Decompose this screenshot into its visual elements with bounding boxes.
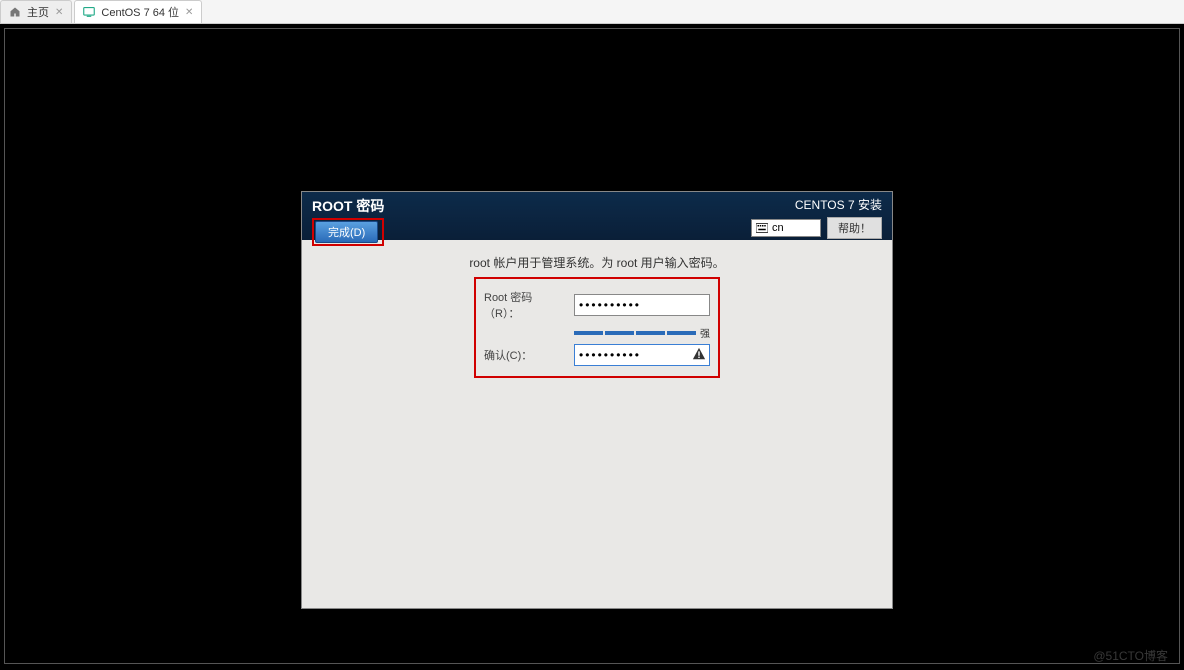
- done-highlight: 完成(D): [312, 218, 384, 246]
- warning-icon: [692, 347, 706, 366]
- header-left: ROOT 密码 完成(D): [312, 196, 384, 238]
- keyboard-icon: [756, 223, 768, 233]
- keyboard-indicator[interactable]: cn: [751, 219, 821, 237]
- vm-icon: [83, 6, 95, 18]
- keyboard-label: cn: [772, 222, 784, 234]
- tab-vm-label: CentOS 7 64 位: [101, 4, 179, 20]
- confirm-password-input[interactable]: [574, 344, 710, 366]
- tab-vm[interactable]: CentOS 7 64 位 ✕: [74, 0, 202, 23]
- strength-bar: [574, 331, 696, 335]
- header-right: CENTOS 7 安装 cn 帮助！: [751, 196, 882, 238]
- centos-installer-window: ROOT 密码 完成(D) CENTOS 7 安装 cn 帮助！: [301, 191, 893, 609]
- help-button[interactable]: 帮助！: [827, 217, 882, 239]
- installer-body: root 帐户用于管理系统。为 root 用户输入密码。 Root 密码 （R）…: [302, 240, 892, 392]
- root-password-input[interactable]: [574, 294, 710, 316]
- tab-home[interactable]: 主页 ✕: [0, 0, 72, 23]
- header-right-row: cn 帮助！: [751, 217, 882, 239]
- close-icon[interactable]: ✕: [55, 7, 63, 18]
- host-tabbar: 主页 ✕ CentOS 7 64 位 ✕: [0, 0, 1184, 24]
- password-form-highlight: Root 密码 （R）： 强 确认(C)：: [474, 277, 720, 378]
- watermark: @51CTO博客: [1093, 647, 1168, 664]
- done-button[interactable]: 完成(D): [315, 221, 378, 243]
- page-title: ROOT 密码: [312, 196, 384, 216]
- password-row: Root 密码 （R）：: [484, 289, 710, 321]
- password-label: Root 密码 （R）：: [484, 289, 570, 321]
- tab-home-label: 主页: [27, 4, 49, 20]
- instruction-text: root 帐户用于管理系统。为 root 用户输入密码。: [322, 254, 872, 271]
- vm-display: ROOT 密码 完成(D) CENTOS 7 安装 cn 帮助！: [4, 28, 1180, 664]
- installer-header: ROOT 密码 完成(D) CENTOS 7 安装 cn 帮助！: [302, 192, 892, 240]
- confirm-label: 确认(C)：: [484, 347, 570, 363]
- strength-label: 强: [700, 325, 710, 340]
- close-icon[interactable]: ✕: [185, 7, 193, 18]
- confirm-row: 确认(C)：: [484, 344, 710, 366]
- password-strength: 强: [574, 325, 710, 340]
- install-title: CENTOS 7 安装: [795, 196, 882, 213]
- home-icon: [9, 6, 21, 18]
